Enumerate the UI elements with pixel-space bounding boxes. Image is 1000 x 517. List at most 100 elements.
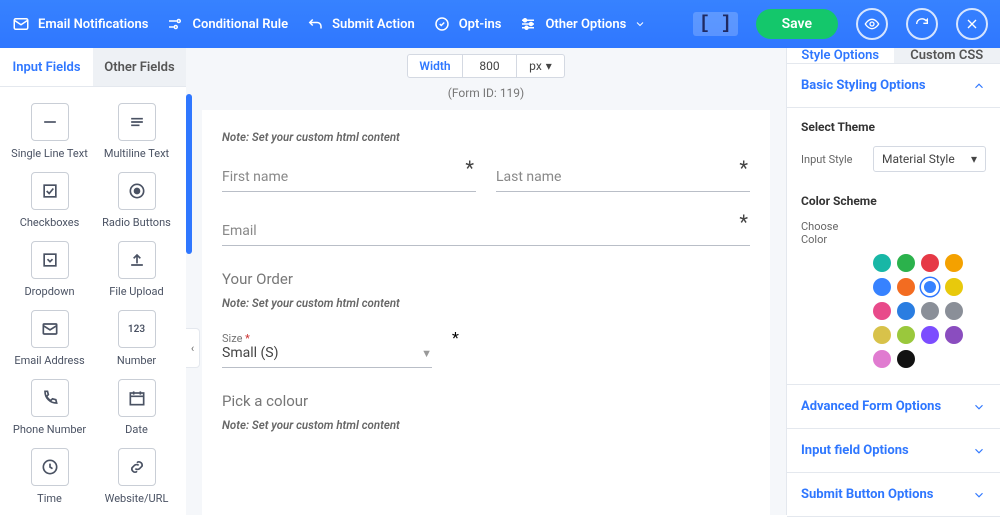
radio-icon [118,172,156,210]
color-swatch[interactable] [897,254,915,272]
color-swatch[interactable] [921,302,939,320]
field-phone-number[interactable]: Phone Number [6,373,93,442]
advanced-form-accordion[interactable]: Advanced Form Options [787,385,1000,429]
color-swatch[interactable] [873,326,891,344]
color-swatch[interactable] [945,254,963,272]
fields-sidebar: Input Fields Other Fields Single Line Te… [0,48,186,515]
color-swatch[interactable] [873,350,891,368]
field-radio-buttons[interactable]: Radio Buttons [93,166,180,235]
form-id-label: (Form ID: 119) [194,86,778,100]
choose-color-label: Choose Color [801,220,863,246]
tab-custom-css[interactable]: Custom CSS [894,48,1000,63]
color-swatch[interactable] [945,302,963,320]
link-icon [118,448,156,486]
sliders-icon [166,15,184,33]
first-name-field[interactable]: First name* [222,162,476,192]
eye-icon [864,16,880,32]
field-multiline-text[interactable]: Multiline Text [93,97,180,166]
input-style-select[interactable]: Material Style▾ [873,146,986,172]
color-swatch[interactable] [897,350,915,368]
email-field[interactable]: Email* [222,216,750,246]
single-line-icon [31,103,69,141]
chevron-up-icon [972,79,986,93]
opt-ins-label: Opt-ins [459,17,502,32]
number-icon: 123 [118,310,156,348]
conditional-rule-label: Conditional Rule [192,17,288,32]
pick-colour-heading: Pick a colour [222,392,750,410]
required-star-icon: * [739,210,748,234]
dropdown-icon [31,241,69,279]
tab-style-options[interactable]: Style Options [787,48,894,63]
size-select[interactable]: Size * Small (S)▼ [222,328,432,368]
field-email-address[interactable]: Email Address [6,304,93,373]
field-time[interactable]: Time [6,442,93,511]
field-number[interactable]: 123Number [93,304,180,373]
your-order-heading: Your Order [222,270,750,288]
checkbox-icon [31,172,69,210]
submit-action-label: Submit Action [332,17,415,32]
color-swatch[interactable] [921,326,939,344]
color-swatch[interactable] [897,302,915,320]
color-swatch[interactable] [873,278,891,296]
caret-down-icon: ▾ [971,152,977,166]
phone-icon [31,379,69,417]
color-swatch[interactable] [873,302,891,320]
color-swatch[interactable] [921,254,939,272]
sidebar-scrollbar[interactable] [186,94,192,254]
field-checkboxes[interactable]: Checkboxes [6,166,93,235]
form-canvas-area: Width 800 px▾ (Form ID: 119) Note: Set y… [186,48,786,515]
chevron-down-icon: ▼ [421,347,432,360]
chevron-down-icon [972,444,986,458]
refresh-button[interactable] [906,8,938,40]
width-label: Width [407,54,463,78]
opt-ins-icon [433,15,451,33]
caret-down-icon: ▾ [546,59,552,73]
multiline-icon [118,103,156,141]
email-notifications-menu[interactable]: Email Notifications [12,15,148,33]
collapse-sidebar-button[interactable]: ‹ [186,328,200,368]
calendar-icon [118,379,156,417]
color-swatch[interactable] [945,326,963,344]
submit-button-options-accordion[interactable]: Submit Button Options [787,473,1000,517]
other-options-label: Other Options [545,17,626,32]
field-website-url[interactable]: Website/URL [93,442,180,511]
upload-icon [118,241,156,279]
clock-icon [31,448,69,486]
shortcode-button[interactable]: [ ] [693,12,737,36]
return-icon [306,15,324,33]
width-input[interactable]: 800 [463,54,517,78]
color-swatch[interactable] [897,326,915,344]
color-swatch[interactable] [873,254,891,272]
close-button[interactable] [956,8,988,40]
color-swatch[interactable] [897,278,915,296]
mail-icon [12,15,30,33]
last-name-field[interactable]: Last name* [496,162,750,192]
tab-other-fields[interactable]: Other Fields [93,48,186,86]
chevron-down-icon [972,488,986,502]
color-swatches [801,254,986,368]
color-swatch[interactable] [921,278,939,296]
input-field-options-accordion[interactable]: Input field Options [787,429,1000,473]
field-file-upload[interactable]: File Upload [93,235,180,304]
color-swatch[interactable] [945,278,963,296]
opt-ins-menu[interactable]: Opt-ins [433,15,502,33]
submit-action-menu[interactable]: Submit Action [306,15,415,33]
field-date[interactable]: Date [93,373,180,442]
conditional-rule-menu[interactable]: Conditional Rule [166,15,288,33]
basic-styling-accordion[interactable]: Basic Styling Options [787,64,1000,108]
select-theme-heading: Select Theme [801,120,986,134]
custom-html-note: Note: Set your custom html content [222,418,750,432]
preview-button[interactable] [856,8,888,40]
required-star-icon: * [452,328,459,347]
tab-input-fields[interactable]: Input Fields [0,48,93,86]
custom-html-note: Note: Set your custom html content [222,130,750,144]
color-scheme-heading: Color Scheme [801,194,986,208]
field-dropdown[interactable]: Dropdown [6,235,93,304]
custom-html-note: Note: Set your custom html content [222,296,750,310]
other-options-menu[interactable]: Other Options [519,15,646,33]
field-single-line-text[interactable]: Single Line Text [6,97,93,166]
chevron-down-icon [972,400,986,414]
save-button[interactable]: Save [756,9,838,39]
width-unit-select[interactable]: px▾ [517,54,565,78]
input-style-label: Input Style [801,153,863,166]
